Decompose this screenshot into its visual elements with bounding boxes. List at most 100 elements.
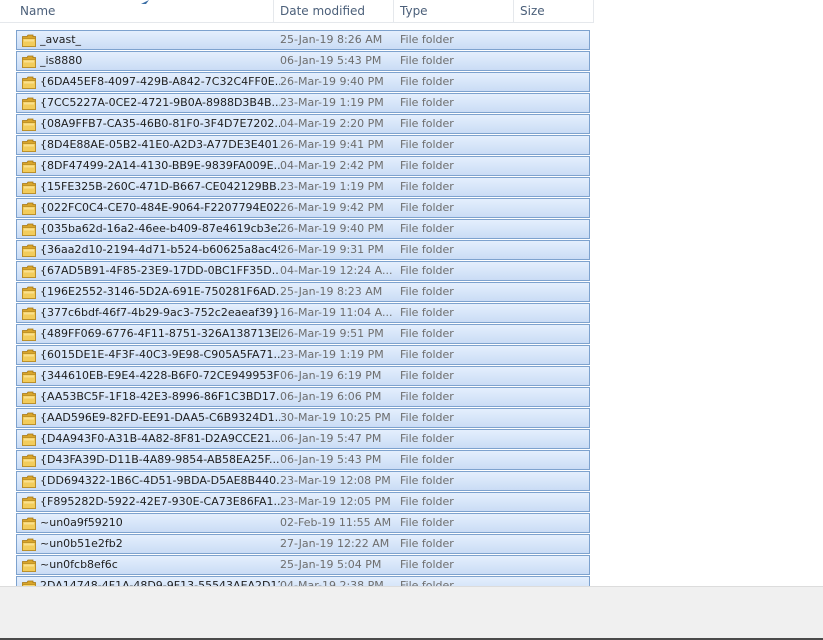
file-row[interactable]: ~un0a9f59210 02-Feb-19 11:55 AM File folde… — [16, 513, 590, 533]
file-row[interactable]: ~un0fcb8ef6c 25-Jan-19 5:04 PM File folder — [16, 555, 590, 575]
file-row[interactable]: {D43FA39D-D11B-4A89-9854-AB58EA25F... 06-… — [16, 450, 590, 470]
file-name: {DD694322-1B6C-4D51-9BDA-D5AE8B440... — [40, 474, 280, 487]
file-row[interactable]: {377c6bdf-46f7-4b29-9ac3-752c2eaeaf39} 16… — [16, 303, 590, 323]
file-row[interactable]: {6015DE1E-4F3F-40C3-9E98-C905A5FA71... 23… — [16, 345, 590, 365]
file-row[interactable]: {F895282D-5922-42E7-930E-CA73E86FA1... 23… — [16, 492, 590, 512]
folder-icon — [22, 559, 36, 572]
file-row[interactable]: {489FF069-6776-4F11-8751-326A138713EE} 26… — [16, 324, 590, 344]
file-row[interactable]: {D4A943F0-A31B-4A82-8F81-D2A9CCE21... 06-… — [16, 429, 590, 449]
file-date-modified: 23-Mar-19 1:19 PM — [280, 96, 384, 109]
folder-icon — [22, 34, 36, 47]
file-date-modified: 04-Mar-19 12:24 A... — [280, 264, 393, 277]
column-header-bar: Name Date modified Type Size — [0, 0, 594, 23]
file-date-modified: 23-Mar-19 12:08 PM — [280, 474, 391, 487]
column-header-date-modified[interactable]: Date modified — [274, 0, 394, 22]
file-name: {08A9FFB7-CA35-46B0-81F0-3F4D7E7202... — [40, 117, 280, 130]
file-row[interactable]: {08A9FFB7-CA35-46B0-81F0-3F4D7E7202... 04… — [16, 114, 590, 134]
file-row[interactable]: 2DA14748-4F1A-48D9-9F13-55543AEA2D12... 0… — [16, 576, 590, 586]
file-row[interactable]: {022FC0C4-CE70-484E-9064-F2207794E026} 26… — [16, 198, 590, 218]
file-type: File folder — [400, 411, 454, 424]
file-type: File folder — [400, 54, 454, 67]
folder-icon — [22, 496, 36, 509]
file-row[interactable]: {7CC5227A-0CE2-4721-9B0A-8988D3B4B... 23-… — [16, 93, 590, 113]
file-type: File folder — [400, 327, 454, 340]
folder-icon — [22, 286, 36, 299]
file-list[interactable]: _avast_ 25-Jan-19 8:26 AM File folder _is88… — [0, 23, 823, 586]
file-name: {D43FA39D-D11B-4A89-9854-AB58EA25F... — [40, 453, 280, 466]
file-date-modified: 26-Mar-19 9:40 PM — [280, 75, 384, 88]
file-date-modified: 23-Mar-19 12:05 PM — [280, 495, 391, 508]
file-date-modified: 04-Mar-19 2:38 PM — [280, 579, 384, 586]
file-date-modified: 26-Mar-19 9:41 PM — [280, 138, 384, 151]
folder-icon — [22, 160, 36, 173]
column-header-size[interactable]: Size — [514, 0, 594, 22]
file-type: File folder — [400, 306, 454, 319]
file-row[interactable]: {AA53BC5F-1F18-42E3-8996-86F1C3BD17... 06… — [16, 387, 590, 407]
file-date-modified: 06-Jan-19 6:19 PM — [280, 369, 382, 382]
file-row[interactable]: _avast_ 25-Jan-19 8:26 AM File folder — [16, 30, 590, 50]
file-name: {377c6bdf-46f7-4b29-9ac3-752c2eaeaf39} — [40, 306, 280, 319]
file-name: {6015DE1E-4F3F-40C3-9E98-C905A5FA71... — [40, 348, 280, 361]
file-row[interactable]: {6DA45EF8-4097-429B-A842-7C32C4FF0E... 26… — [16, 72, 590, 92]
file-row[interactable]: ~un0b51e2fb2 27-Jan-19 12:22 AM File folde… — [16, 534, 590, 554]
file-row[interactable]: {196E2552-3146-5D2A-691E-750281F6AD... 25… — [16, 282, 590, 302]
file-date-modified: 25-Jan-19 8:23 AM — [280, 285, 383, 298]
file-name: ~un0a9f59210 — [40, 516, 123, 529]
folder-icon — [22, 433, 36, 446]
file-type: File folder — [400, 75, 454, 88]
folder-icon — [22, 349, 36, 362]
file-date-modified: 26-Mar-19 9:31 PM — [280, 243, 384, 256]
file-date-modified: 26-Mar-19 9:42 PM — [280, 201, 384, 214]
file-name: ~un0b51e2fb2 — [40, 537, 123, 550]
file-row[interactable]: {8DF47499-2A14-4130-BB9E-9839FA009E... 04… — [16, 156, 590, 176]
file-type: File folder — [400, 243, 454, 256]
file-date-modified: 26-Mar-19 9:51 PM — [280, 327, 384, 340]
folder-icon — [22, 391, 36, 404]
file-type: File folder — [400, 285, 454, 298]
file-row[interactable]: {AAD596E9-82FD-EE91-DAA5-C6B9324D1... 30-… — [16, 408, 590, 428]
file-type: File folder — [400, 159, 454, 172]
file-row[interactable]: {DD694322-1B6C-4D51-9BDA-D5AE8B440... 23-… — [16, 471, 590, 491]
file-row[interactable]: {67AD5B91-4F85-23E9-17DD-0BC1FF35D... 04-… — [16, 261, 590, 281]
file-date-modified: 26-Mar-19 9:40 PM — [280, 222, 384, 235]
file-name: {AA53BC5F-1F18-42E3-8996-86F1C3BD17... — [40, 390, 280, 403]
folder-icon — [22, 202, 36, 215]
file-type: File folder — [400, 348, 454, 361]
file-row[interactable]: {035ba62d-16a2-46ee-b409-87e4619cb3e2} 26… — [16, 219, 590, 239]
file-row[interactable]: _is8880 06-Jan-19 5:43 PM File folder — [16, 51, 590, 71]
file-name: {D4A943F0-A31B-4A82-8F81-D2A9CCE21... — [40, 432, 280, 445]
file-date-modified: 06-Jan-19 5:43 PM — [280, 453, 382, 466]
file-name: {36aa2d10-2194-4d71-b524-b60625a8ac49} — [40, 243, 280, 256]
folder-icon — [22, 307, 36, 320]
file-name: {344610EB-E9E4-4228-B6F0-72CE949953F0} — [40, 369, 280, 382]
file-date-modified: 30-Mar-19 10:25 PM — [280, 411, 391, 424]
folder-icon — [22, 265, 36, 278]
mouse-cursor-icon — [141, 0, 149, 4]
file-type: File folder — [400, 453, 454, 466]
file-date-modified: 25-Jan-19 8:26 AM — [280, 33, 383, 46]
file-row[interactable]: {8D4E88AE-05B2-41E0-A2D3-A77DE3E401... 26… — [16, 135, 590, 155]
file-name: {022FC0C4-CE70-484E-9064-F2207794E026} — [40, 201, 280, 214]
folder-icon — [22, 181, 36, 194]
file-type: File folder — [400, 33, 454, 46]
file-date-modified: 02-Feb-19 11:55 AM — [280, 516, 392, 529]
file-type: File folder — [400, 201, 454, 214]
folder-icon — [22, 55, 36, 68]
file-date-modified: 23-Mar-19 1:19 PM — [280, 180, 384, 193]
file-row[interactable]: {344610EB-E9E4-4228-B6F0-72CE949953F0} 06… — [16, 366, 590, 386]
folder-icon — [22, 97, 36, 110]
file-name: {15FE325B-260C-471D-B667-CE042129BB... — [40, 180, 280, 193]
file-name: {AAD596E9-82FD-EE91-DAA5-C6B9324D1... — [40, 411, 280, 424]
file-type: File folder — [400, 495, 454, 508]
file-name: ~un0fcb8ef6c — [40, 558, 118, 571]
file-row[interactable]: {36aa2d10-2194-4d71-b524-b60625a8ac49} 26… — [16, 240, 590, 260]
file-name: 2DA14748-4F1A-48D9-9F13-55543AEA2D12... — [40, 579, 280, 586]
file-type: File folder — [400, 369, 454, 382]
file-row[interactable]: {15FE325B-260C-471D-B667-CE042129BB... 23… — [16, 177, 590, 197]
column-header-type[interactable]: Type — [394, 0, 514, 22]
file-name: {196E2552-3146-5D2A-691E-750281F6AD... — [40, 285, 280, 298]
file-name: {8DF47499-2A14-4130-BB9E-9839FA009E... — [40, 159, 280, 172]
file-date-modified: 27-Jan-19 12:22 AM — [280, 537, 390, 550]
file-type: File folder — [400, 558, 454, 571]
folder-icon — [22, 370, 36, 383]
